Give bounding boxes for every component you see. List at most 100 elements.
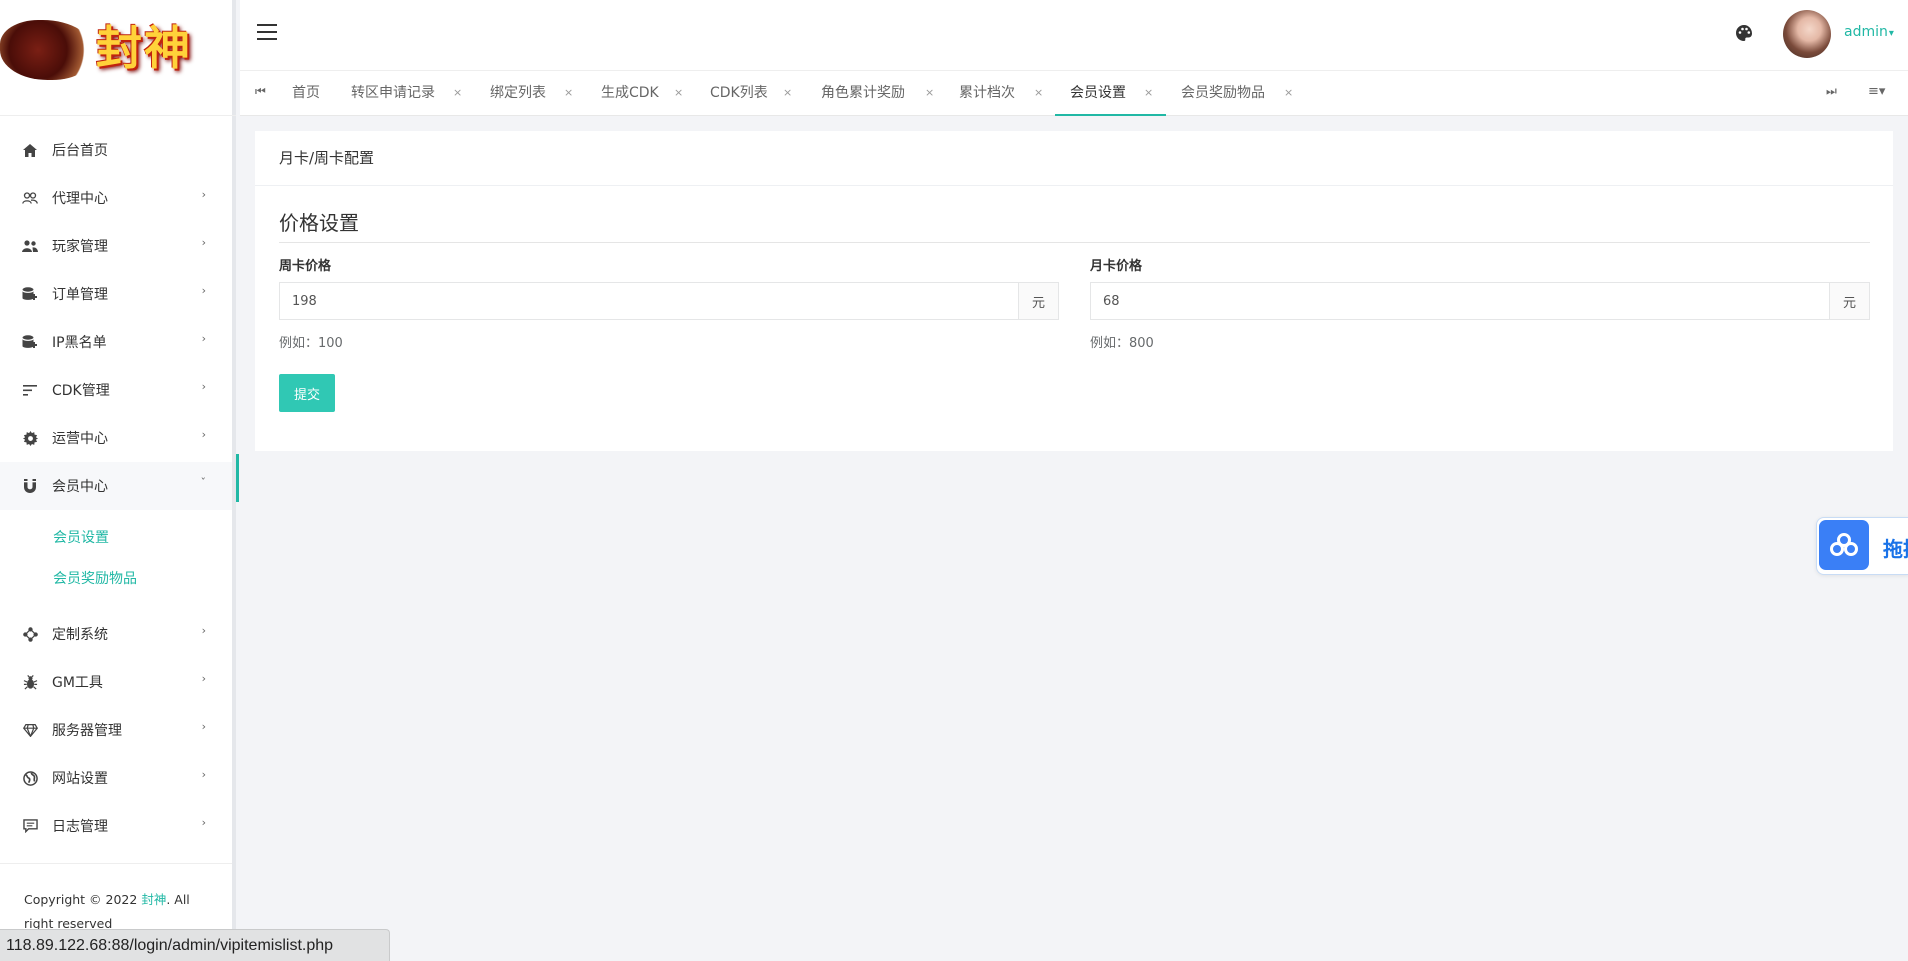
close-icon[interactable]: × <box>1034 71 1043 115</box>
monthly-price-label: 月卡价格 <box>1090 259 1143 274</box>
logo-text: 封神 <box>96 21 192 75</box>
sidebar-item-site-settings[interactable]: 网站设置 › <box>0 754 232 802</box>
config-card: 月卡/周卡配置 价格设置 周卡价格 元 例如：100 月卡价格 元 例如：800… <box>255 131 1893 451</box>
tab-member-settings[interactable]: 会员设置 × <box>1055 71 1166 116</box>
chevron-down-icon: ˇ <box>200 476 207 489</box>
tab-label: 角色累计奖励 <box>821 85 905 101</box>
close-icon[interactable]: × <box>453 71 462 115</box>
close-icon[interactable]: × <box>674 71 683 115</box>
tab-home[interactable]: 首页 <box>292 71 320 116</box>
sidebar-item-label: 网站设置 <box>52 771 108 787</box>
sidebar-item-label: 订单管理 <box>52 287 108 303</box>
copyright-brand-link[interactable]: 封神 <box>141 892 166 907</box>
caret-down-icon: ▾ <box>1888 28 1894 39</box>
tab-label: 生成CDK <box>601 85 659 101</box>
weekly-price-input[interactable] <box>280 283 1018 319</box>
monthly-price-input[interactable] <box>1091 283 1829 319</box>
user-avatar[interactable] <box>1783 10 1831 58</box>
sidebar-item-label: 运营中心 <box>52 431 108 447</box>
tab-cumulative-tiers[interactable]: 累计档次 × <box>959 71 1045 116</box>
active-menu-indicator <box>236 454 239 502</box>
page-tabs-bar: ⏮ 首页 转区申请记录 × 绑定列表 × 生成CDK × CDK列表 × 角色累… <box>240 70 1908 116</box>
weekly-price-unit: 元 <box>1018 283 1058 319</box>
tab-label: 累计档次 <box>959 85 1015 101</box>
monthly-price-unit: 元 <box>1829 283 1869 319</box>
tab-label: CDK列表 <box>710 85 768 101</box>
tab-cdk-list[interactable]: CDK列表 × <box>710 71 796 116</box>
chevron-right-icon: › <box>201 188 206 201</box>
sidebar-item-operations[interactable]: 运营中心 › <box>0 414 232 462</box>
close-icon[interactable]: × <box>925 71 934 115</box>
tab-member-reward-items[interactable]: 会员奖励物品 × <box>1181 71 1297 116</box>
sidebar-item-custom-system[interactable]: 定制系统 › <box>0 610 232 658</box>
sidebar: 封神 后台首页 代理中心 › 玩家管理 › 订单管理 › IP黑名单 › CDK… <box>0 0 236 961</box>
sidebar-item-logs[interactable]: 日志管理 › <box>0 802 232 850</box>
sidebar-item-label: 日志管理 <box>52 819 108 835</box>
sidebar-item-label: 会员中心 <box>52 479 108 495</box>
users-icon <box>22 238 38 254</box>
monthly-price-field: 月卡价格 元 例如：800 <box>1090 255 1870 351</box>
nodes-icon <box>22 626 38 642</box>
chevron-right-icon: › <box>201 236 206 249</box>
sidebar-item-label: CDK管理 <box>52 383 110 399</box>
floating-drag-widget[interactable]: 拖拽 <box>1816 517 1908 575</box>
sidebar-menu: 后台首页 代理中心 › 玩家管理 › 订单管理 › IP黑名单 › CDK管理 … <box>0 116 232 510</box>
palette-icon[interactable] <box>1735 24 1753 42</box>
sidebar-item-member-center[interactable]: 会员中心 ˇ <box>0 462 232 510</box>
chevron-right-icon: › <box>201 332 206 345</box>
top-header: admin▾ <box>240 0 1908 70</box>
sidebar-item-agent-center[interactable]: 代理中心 › <box>0 174 232 222</box>
chevron-right-icon: › <box>201 816 206 829</box>
sidebar-item-players[interactable]: 玩家管理 › <box>0 222 232 270</box>
submenu-item-member-settings[interactable]: 会员设置 <box>0 518 232 559</box>
tab-bind-list[interactable]: 绑定列表 × <box>490 71 576 116</box>
database-plus-icon <box>22 334 38 350</box>
user-menu-dropdown[interactable]: admin▾ <box>1844 24 1894 40</box>
sidebar-item-cdk[interactable]: CDK管理 › <box>0 366 232 414</box>
sidebar-item-label: GM工具 <box>52 675 103 691</box>
logo-creature-image <box>0 20 95 80</box>
sidebar-item-home[interactable]: 后台首页 <box>0 126 232 174</box>
logo[interactable]: 封神 <box>0 0 236 116</box>
sidebar-item-ip-blacklist[interactable]: IP黑名单 › <box>0 318 232 366</box>
hamburger-menu-icon[interactable] <box>257 24 277 40</box>
monthly-price-input-group: 元 <box>1090 282 1870 320</box>
sidebar-item-server-management[interactable]: 服务器管理 › <box>0 706 232 754</box>
tab-label: 会员奖励物品 <box>1181 85 1265 101</box>
sort-lines-icon <box>22 382 38 398</box>
submit-button[interactable]: 提交 <box>279 374 335 412</box>
chevron-right-icon: › <box>201 672 206 685</box>
close-icon[interactable]: × <box>783 71 792 115</box>
tab-generate-cdk[interactable]: 生成CDK × <box>601 71 687 116</box>
weekly-price-help: 例如：100 <box>279 336 343 351</box>
close-icon[interactable]: × <box>1284 71 1293 115</box>
close-icon[interactable]: × <box>564 71 573 115</box>
tab-label: 转区申请记录 <box>351 85 435 101</box>
sidebar-item-label: 玩家管理 <box>52 239 108 255</box>
tabs-scroll-right-icon[interactable]: ⏭ <box>1826 84 1837 99</box>
tab-transfer-requests[interactable]: 转区申请记录 × <box>351 71 462 116</box>
weekly-price-input-group: 元 <box>279 282 1059 320</box>
sidebar-footer: Copyright © 2022 封神. All right reserved <box>0 863 232 936</box>
tab-role-cumulative-rewards[interactable]: 角色累计奖励 × <box>821 71 937 116</box>
chevron-right-icon: › <box>201 284 206 297</box>
tabs-options-menu-icon[interactable]: ≡▾ <box>1868 84 1885 99</box>
sidebar-item-gm-tools[interactable]: GM工具 › <box>0 658 232 706</box>
bug-icon <box>22 674 38 690</box>
chevron-right-icon: › <box>201 768 206 781</box>
baidu-netdisk-icon <box>1819 520 1869 570</box>
database-plus-icon <box>22 286 38 302</box>
copyright-text: Copyright © 2022 <box>24 892 142 907</box>
section-title: 价格设置 <box>279 207 1870 243</box>
tab-label: 首页 <box>292 85 320 101</box>
sidebar-item-label: 代理中心 <box>52 191 108 207</box>
tabs-scroll-left-icon[interactable]: ⏮ <box>255 84 266 99</box>
chevron-right-icon: › <box>201 380 206 393</box>
comment-icon <box>22 818 38 834</box>
submenu-item-member-rewards[interactable]: 会员奖励物品 <box>0 559 232 600</box>
diamond-icon <box>22 722 38 738</box>
close-icon[interactable]: × <box>1144 71 1153 115</box>
sidebar-item-orders[interactable]: 订单管理 › <box>0 270 232 318</box>
floating-widget-label: 拖拽 <box>1883 537 1908 561</box>
sidebar-item-label: 后台首页 <box>52 143 108 159</box>
